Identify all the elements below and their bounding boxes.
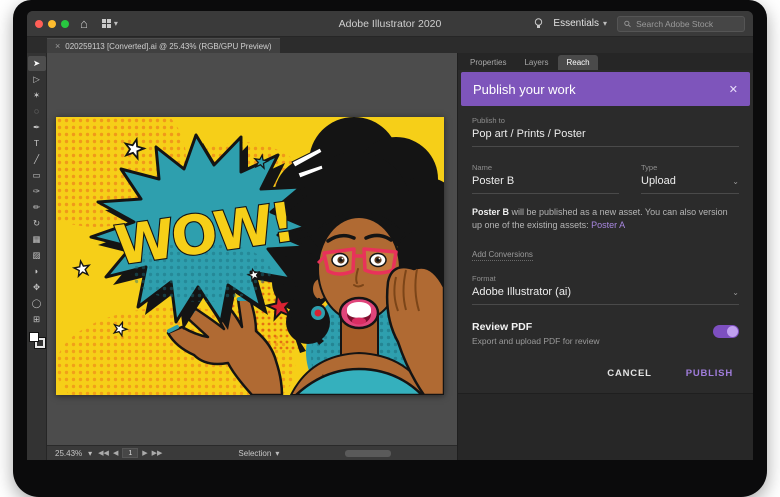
format-dropdown[interactable]: Adobe Illustrator (ai) ⌄ — [472, 286, 739, 305]
publish-title: Publish your work — [473, 82, 576, 97]
close-tab-icon[interactable]: × — [55, 41, 60, 51]
review-pdf-toggle[interactable] — [713, 325, 739, 338]
chevron-down-icon: ⌄ — [732, 288, 739, 297]
fullscreen-window-button[interactable] — [61, 20, 69, 28]
status-bar: 25.43% ▾ ◀◀ ◀ 1 ▶ ▶▶ Selection ▾ — [47, 445, 457, 460]
chevron-down-icon: ▾ — [603, 19, 607, 28]
workspace-switcher[interactable]: Essentials ▾ — [553, 18, 607, 29]
tool-zoom[interactable]: ◯ — [28, 296, 46, 311]
tool-rotate[interactable]: ↻ — [28, 216, 46, 231]
publish-note: Poster B will be published as a new asse… — [472, 206, 739, 232]
name-field[interactable]: Poster B — [472, 175, 619, 194]
tool-selection[interactable]: ➤ — [28, 56, 46, 71]
tool-type[interactable]: T — [28, 136, 46, 151]
next-artboard-button[interactable]: ▶ — [142, 449, 147, 457]
fill-stroke-swatches[interactable] — [29, 332, 45, 348]
illustrator-window: ⌂ ▾ Adobe Illustrator 2020 Essentials ▾ — [27, 11, 753, 460]
artboard[interactable]: WOW! — [56, 117, 444, 395]
type-dropdown[interactable]: Upload ⌄ — [641, 175, 739, 194]
tab-properties[interactable]: Properties — [462, 55, 514, 70]
close-window-button[interactable] — [35, 20, 43, 28]
add-conversions-link[interactable]: Add Conversions — [472, 250, 533, 261]
close-icon[interactable]: ✕ — [729, 83, 738, 96]
tool-mesh[interactable]: ▦ — [28, 232, 46, 247]
publish-to-field[interactable]: Pop art / Prints / Poster — [472, 128, 739, 147]
last-artboard-button[interactable]: ▶▶ — [152, 449, 163, 457]
status-chevron-icon[interactable]: ▾ — [275, 449, 279, 458]
tool-magic-wand[interactable]: ✶ — [28, 88, 46, 103]
review-pdf-subtitle: Export and upload PDF for review — [472, 336, 600, 346]
arrange-documents-icon[interactable]: ▾ — [99, 18, 121, 29]
tool-line-segment[interactable]: ╱ — [28, 152, 46, 167]
publish-form: Publish to Pop art / Prints / Poster Nam… — [458, 106, 753, 393]
tool-paintbrush[interactable]: ✑ — [28, 184, 46, 199]
zoom-level[interactable]: 25.43% — [55, 449, 82, 458]
canvas-pasteboard[interactable]: WOW! — [47, 53, 457, 445]
tool-direct-selection[interactable]: ▷ — [28, 72, 46, 87]
tool-lasso[interactable]: ◌ — [28, 104, 46, 119]
tool-eyedropper[interactable]: ◗ — [28, 264, 46, 279]
tab-layers[interactable]: Layers — [516, 55, 556, 70]
grid-icon — [102, 19, 111, 28]
search-input[interactable] — [636, 19, 738, 29]
first-artboard-button[interactable]: ◀◀ — [98, 449, 109, 457]
fill-swatch[interactable] — [29, 332, 39, 342]
artboard-number-field[interactable]: 1 — [122, 448, 138, 458]
screenshot-stage: ⌂ ▾ Adobe Illustrator 2020 Essentials ▾ — [0, 0, 780, 497]
review-pdf-label: Review PDF — [472, 321, 600, 333]
tab-reach[interactable]: Reach — [558, 55, 597, 70]
tool-artboard[interactable]: ⊞ — [28, 312, 46, 327]
publish-button[interactable]: PUBLISH — [686, 368, 733, 379]
tools-panel: ➤ ▷ ✶ ◌ ✒ T ╱ ▭ ✑ ✏ ↻ ▦ ▨ ◗ ✥ ◯ ⊞ — [27, 53, 47, 460]
pop-art-artwork: WOW! — [56, 117, 444, 395]
status-tool-label: Selection — [238, 449, 271, 458]
panel-empty-area — [458, 393, 753, 460]
tool-pencil[interactable]: ✏ — [28, 200, 46, 215]
open-mouth — [340, 298, 378, 328]
tool-gradient[interactable]: ▨ — [28, 248, 46, 263]
right-panel: Properties Layers Reach Publish your wor… — [457, 53, 753, 460]
toggle-knob — [727, 326, 738, 337]
prev-artboard-button[interactable]: ◀ — [113, 449, 118, 457]
panel-tab-bar: Properties Layers Reach — [458, 53, 753, 70]
publish-to-label: Publish to — [472, 116, 739, 125]
workspace-label: Essentials — [553, 18, 599, 29]
cancel-button[interactable]: CANCEL — [607, 368, 651, 379]
minimize-window-button[interactable] — [48, 20, 56, 28]
document-tab-bar: × 020259113 [Converted].ai @ 25.43% (RGB… — [27, 37, 753, 53]
format-label: Format — [472, 274, 739, 283]
lightbulb-icon[interactable] — [534, 18, 543, 30]
publish-header: Publish your work ✕ — [461, 72, 750, 106]
tool-pen[interactable]: ✒ — [28, 120, 46, 135]
type-label: Type — [641, 163, 739, 172]
tool-hand[interactable]: ✥ — [28, 280, 46, 295]
window-controls — [35, 20, 69, 28]
stock-search[interactable] — [617, 16, 745, 32]
chevron-down-icon: ⌄ — [732, 177, 739, 186]
title-bar: ⌂ ▾ Adobe Illustrator 2020 Essentials ▾ — [27, 11, 753, 37]
horizontal-scrollbar[interactable] — [345, 450, 391, 457]
poster-a-link[interactable]: Poster A — [591, 220, 625, 230]
name-label: Name — [472, 163, 619, 172]
zoom-chevron-icon[interactable]: ▾ — [88, 449, 92, 458]
search-icon — [624, 20, 631, 28]
tool-rectangle[interactable]: ▭ — [28, 168, 46, 183]
document-tab-label: 020259113 [Converted].ai @ 25.43% (RGB/G… — [65, 42, 271, 51]
home-icon[interactable]: ⌂ — [77, 17, 91, 30]
document-tab[interactable]: × 020259113 [Converted].ai @ 25.43% (RGB… — [47, 38, 280, 53]
